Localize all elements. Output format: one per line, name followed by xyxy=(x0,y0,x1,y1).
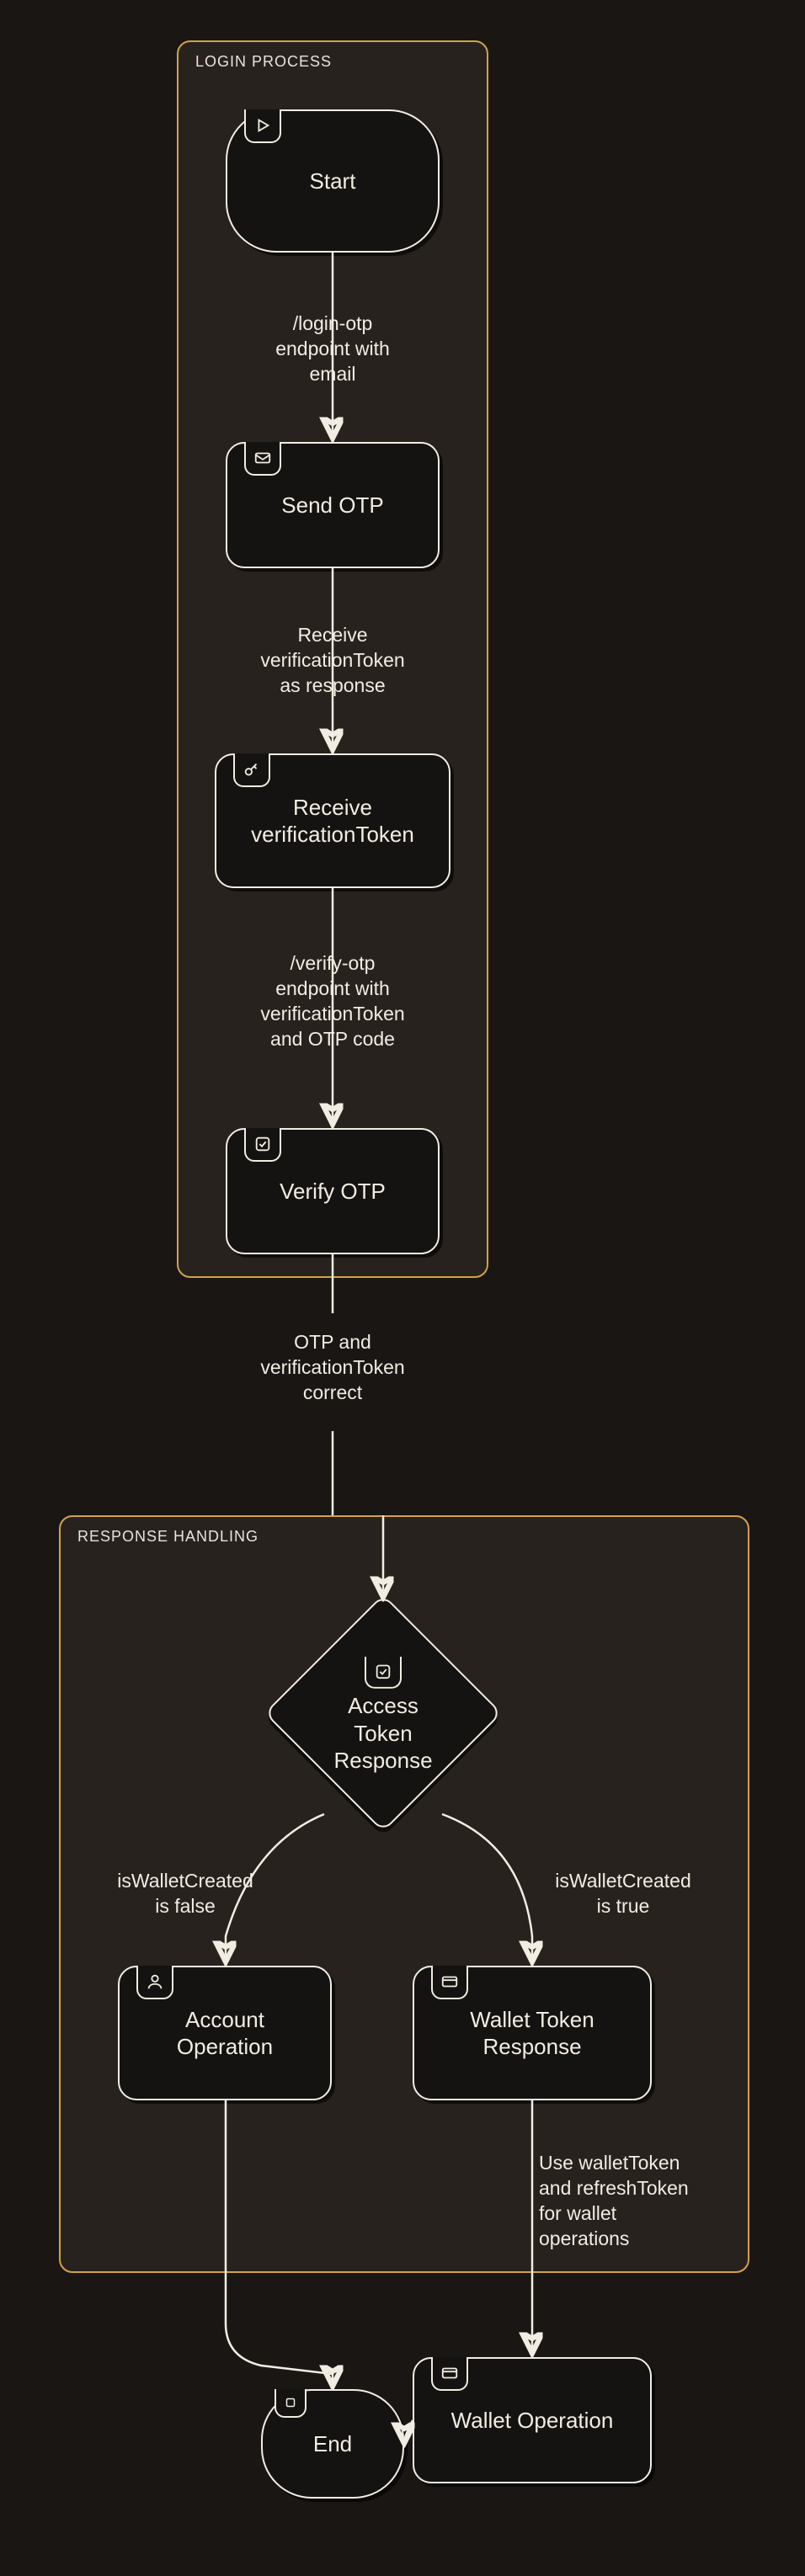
card-icon xyxy=(431,2357,468,2391)
check-square-icon xyxy=(244,1128,281,1162)
node-recv-token: Receive verificationToken xyxy=(215,753,450,888)
node-verify-otp-label: Verify OTP xyxy=(280,1178,386,1206)
node-send-otp-label: Send OTP xyxy=(281,492,383,519)
node-wallet-op-label: Wallet Operation xyxy=(451,2407,614,2435)
mail-icon xyxy=(244,442,281,476)
flowchart-canvas: LOGIN PROCESS RESPONSE HANDLING Start Se… xyxy=(0,0,805,2576)
node-start-label: Start xyxy=(310,168,356,195)
key-icon xyxy=(233,753,270,787)
play-icon xyxy=(244,109,281,143)
edge-label-wallet-false: isWalletCreated is false xyxy=(101,1869,269,1919)
check-square-icon xyxy=(365,1657,402,1689)
edge-label-otp-correct: OTP and verificationToken correct xyxy=(244,1330,421,1406)
node-end: End xyxy=(261,2389,404,2499)
node-start: Start xyxy=(226,109,440,253)
user-icon xyxy=(136,1966,173,1999)
edge-label-use-wallet-token: Use walletToken and refreshToken for wal… xyxy=(539,2151,733,2252)
node-send-otp: Send OTP xyxy=(226,442,440,568)
node-verify-otp: Verify OTP xyxy=(226,1128,440,1254)
node-access-token-label: Access Token Response xyxy=(333,1692,432,1775)
stop-icon xyxy=(275,2389,307,2418)
node-account-op-label: Account Operation xyxy=(177,2006,273,2061)
edge-label-login-otp: /login-otp endpoint with email xyxy=(261,311,404,387)
card-icon xyxy=(431,1966,468,1999)
node-wallet-operation: Wallet Operation xyxy=(413,2357,652,2483)
node-wallet-token-label: Wallet Token Response xyxy=(470,2006,594,2061)
group-response-label: RESPONSE HANDLING xyxy=(77,1516,259,1546)
edge-label-verify-otp: /verify-otp endpoint with verificationTo… xyxy=(244,951,421,1052)
node-account-operation: Account Operation xyxy=(118,1966,332,2100)
group-login-label: LOGIN PROCESS xyxy=(195,41,332,71)
edge-label-recv-token: Receive verificationToken as response xyxy=(244,623,421,699)
edge-label-wallet-true: isWalletCreated is true xyxy=(539,1869,707,1919)
node-end-label: End xyxy=(313,2430,352,2458)
node-wallet-token-response: Wallet Token Response xyxy=(413,1966,652,2100)
node-recv-token-label: Receive verificationToken xyxy=(251,794,414,849)
